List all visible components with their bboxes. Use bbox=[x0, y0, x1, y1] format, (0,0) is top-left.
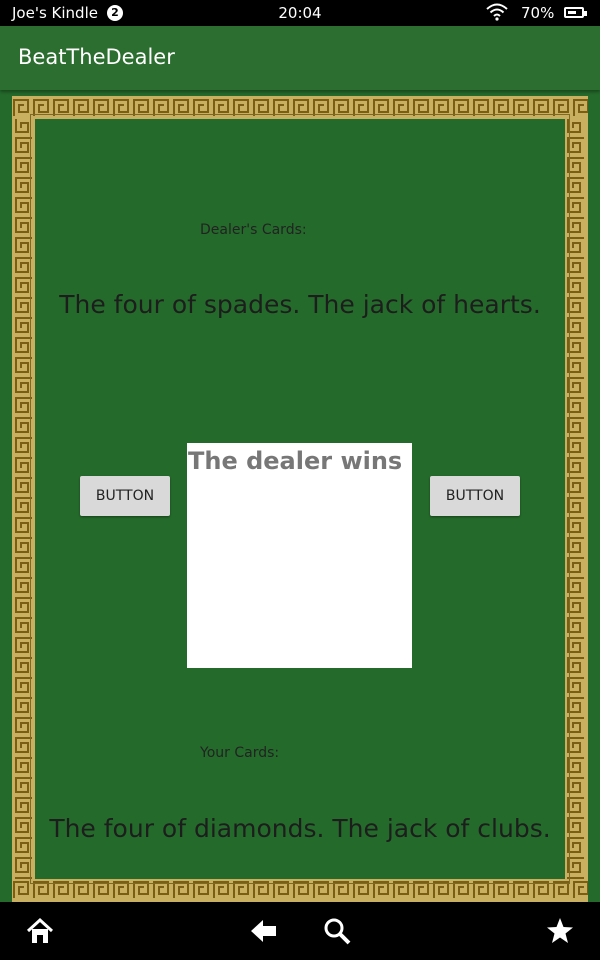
search-icon[interactable] bbox=[322, 916, 352, 946]
battery-percent: 70% bbox=[521, 4, 555, 22]
your-cards-text: The four of diamonds. The jack of clubs. bbox=[49, 814, 551, 843]
clock: 20:04 bbox=[278, 4, 322, 22]
right-button[interactable]: BUTTON bbox=[430, 476, 520, 516]
battery-icon bbox=[564, 7, 587, 18]
back-icon[interactable] bbox=[249, 916, 279, 946]
left-button[interactable]: BUTTON bbox=[80, 476, 170, 516]
app-title: BeatTheDealer bbox=[18, 45, 175, 69]
your-cards-label: Your Cards: bbox=[200, 745, 280, 761]
navigation-bar bbox=[0, 902, 600, 960]
wifi-icon bbox=[486, 3, 508, 25]
app-bar: BeatTheDealer bbox=[0, 26, 600, 90]
favorites-icon[interactable] bbox=[545, 916, 575, 946]
card-table: Dealer's Cards: The four of spades. The … bbox=[0, 90, 600, 902]
home-icon[interactable] bbox=[25, 916, 55, 946]
result-panel: The dealer wins bbox=[187, 443, 412, 668]
result-text: The dealer wins bbox=[188, 447, 403, 475]
status-bar: Joe's Kindle 2 20:04 70% bbox=[0, 0, 600, 26]
dealer-cards-text: The four of spades. The jack of hearts. bbox=[59, 290, 541, 319]
dealer-cards-label: Dealer's Cards: bbox=[200, 222, 307, 238]
